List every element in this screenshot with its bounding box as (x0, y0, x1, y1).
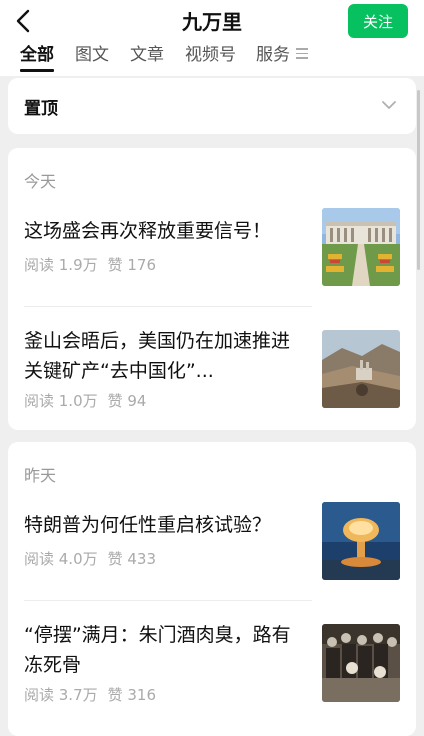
like-count: 赞 94 (107, 392, 147, 410)
tab-label: 图文 (75, 45, 109, 65)
tab-label: 视频号 (185, 45, 236, 65)
chevron-down-icon (382, 101, 396, 109)
day-label: 昨天 (24, 466, 57, 485)
article-thumbnail (322, 330, 400, 408)
pinned-section[interactable]: 置顶 (8, 78, 416, 134)
divider (24, 306, 312, 307)
tab-services[interactable]: 服务 (256, 42, 290, 72)
tab-bar: 全部 图文 文章 视频号 服务 (0, 42, 424, 76)
tab-articles[interactable]: 文章 (130, 42, 164, 72)
article-thumbnail (322, 624, 400, 702)
article-meta: 阅读 3.7万赞 316 (24, 684, 156, 705)
back-button[interactable] (8, 4, 38, 38)
chevron-left-icon (16, 9, 30, 33)
divider (24, 600, 312, 601)
article-item[interactable]: 这场盛会再次释放重要信号！ 阅读 1.9万赞 176 (24, 208, 400, 288)
tab-label: 服务 (256, 45, 290, 65)
active-tab-indicator (20, 69, 54, 72)
article-meta: 阅读 1.0万赞 94 (24, 390, 146, 411)
tab-label: 全部 (20, 45, 54, 65)
article-meta: 阅读 4.0万赞 433 (24, 548, 156, 569)
day-section-today: 今天 这场盛会再次释放重要信号！ 阅读 1.9万赞 176 釜山会晤后，美国仍在… (8, 148, 416, 430)
like-count: 赞 176 (107, 256, 157, 274)
tab-image-text[interactable]: 图文 (75, 42, 109, 72)
menu-icon[interactable] (296, 48, 308, 62)
day-section-yesterday: 昨天 特朗普为何任性重启核试验？ 阅读 4.0万赞 433 “停摆”满月：朱门酒… (8, 442, 416, 736)
read-count: 阅读 3.7万 (24, 686, 98, 704)
scrollbar[interactable] (417, 90, 420, 270)
day-label: 今天 (24, 172, 57, 191)
read-count: 阅读 1.0万 (24, 392, 98, 410)
article-item[interactable]: 特朗普为何任性重启核试验？ 阅读 4.0万赞 433 (24, 502, 400, 582)
article-title: 这场盛会再次释放重要信号！ (24, 220, 272, 242)
like-count: 赞 316 (107, 686, 157, 704)
read-count: 阅读 4.0万 (24, 550, 98, 568)
article-title: “停摆”满月：朱门酒肉臭，路有冻死骨 (24, 624, 291, 676)
like-count: 赞 433 (107, 550, 157, 568)
article-item[interactable]: “停摆”满月：朱门酒肉臭，路有冻死骨 阅读 3.7万赞 316 (24, 622, 400, 704)
pinned-label: 置顶 (24, 99, 58, 119)
read-count: 阅读 1.9万 (24, 256, 98, 274)
tab-label: 文章 (130, 45, 164, 65)
article-meta: 阅读 1.9万赞 176 (24, 254, 156, 275)
follow-button[interactable]: 关注 (348, 4, 408, 38)
article-item[interactable]: 釜山会晤后，美国仍在加速推进关键矿产“去中国化”... 阅读 1.0万赞 94 (24, 328, 400, 410)
tab-channels[interactable]: 视频号 (185, 42, 236, 72)
article-title: 釜山会晤后，美国仍在加速推进关键矿产“去中国化”... (24, 330, 291, 382)
article-thumbnail (322, 502, 400, 580)
article-thumbnail (322, 208, 400, 286)
top-bar: 九万里 关注 全部 图文 文章 视频号 服务 (0, 0, 424, 76)
tab-all[interactable]: 全部 (20, 42, 54, 72)
article-title: 特朗普为何任性重启核试验？ (24, 514, 272, 536)
